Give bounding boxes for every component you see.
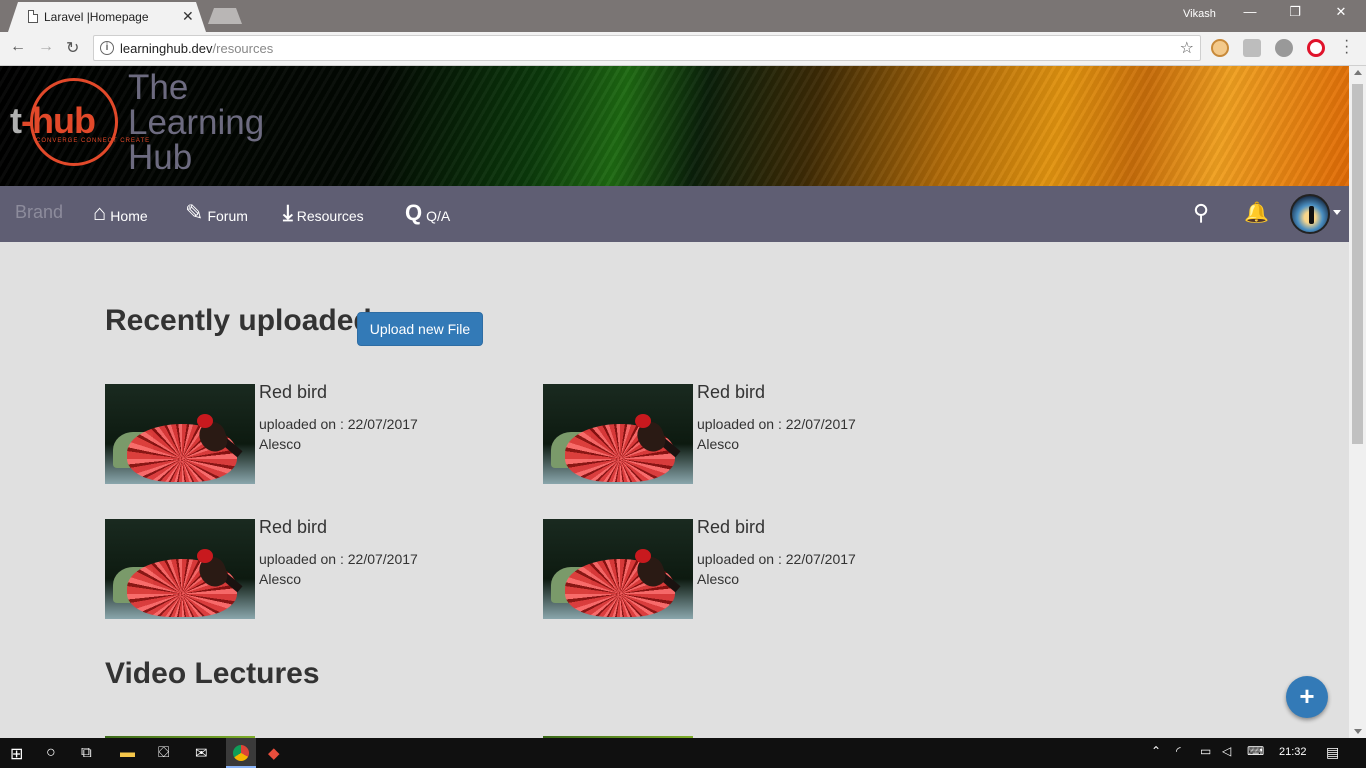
site-title-line2: Learning [128,103,265,142]
resource-title[interactable]: Red bird [259,517,327,538]
keyboard-icon[interactable]: ⌨ [1247,744,1264,758]
edit-icon: ✎ [185,200,204,225]
info-icon[interactable]: i [100,41,114,55]
url-host: learninghub.dev [120,41,213,56]
menu-dots-icon[interactable]: · · · [1344,33,1349,61]
site-title-line3: Hub [128,138,193,177]
clock[interactable]: 21:32 [1279,746,1307,758]
windows-start-icon[interactable]: ⊞ [10,744,23,764]
navbar-brand[interactable]: Brand [15,202,63,223]
reload-icon[interactable]: ↻ [66,38,79,58]
avatar[interactable] [1290,194,1330,234]
taskbar: ⊞ ○ ⧉ ▬ ⛋ ✉ ◆ ⌃ ◜ ▭ ◁ ⌨ 21:32 ▤ [0,738,1366,768]
close-window-button[interactable]: ✕ [1331,4,1351,20]
site-title-line1: The [128,68,189,107]
battery-icon[interactable]: ▭ [1200,744,1211,758]
action-center-icon[interactable]: ▤ [1326,744,1339,761]
resource-thumbnail[interactable] [543,519,693,619]
volume-icon[interactable]: ◁ [1222,744,1231,758]
cookie-extension-icon[interactable] [1211,39,1229,57]
back-icon[interactable]: ← [10,38,26,56]
recently-uploaded-heading: Recently uploaded [105,304,372,337]
page-viewport: t-hub CONVERGE CONNECT CREATE The Learni… [0,66,1366,738]
chevron-down-icon[interactable] [1333,210,1341,215]
nav-forum-label: Forum [207,208,248,224]
video-lectures-heading: Video Lectures [105,657,320,690]
resource-title[interactable]: Red bird [697,517,765,538]
tab-close-icon[interactable]: ✕ [182,8,194,25]
forward-icon[interactable]: → [38,38,54,56]
nav-qa[interactable]: Q Q/A [405,200,451,225]
main-navbar: Brand ⌂ Home ✎ Forum ⤓ Resources Q Q/A ⚲… [0,186,1349,242]
header-banner: t-hub CONVERGE CONNECT CREATE The Learni… [0,66,1349,186]
logo[interactable]: t-hub [10,100,96,142]
chrome-taskbar-button[interactable] [226,738,256,768]
logo-t: t [10,100,22,141]
nav-home-label: Home [110,208,148,224]
resource-card[interactable]: Red bird uploaded on : 22/07/2017 Alesco [543,382,883,484]
resource-author: Alesco [259,436,302,452]
task-view-icon[interactable]: ⧉ [81,744,92,761]
resource-card[interactable]: Red bird uploaded on : 22/07/2017 Alesco [105,382,445,484]
download-icon: ⤓ [283,200,293,225]
address-bar[interactable]: i learninghub.dev/resources ☆ [93,35,1201,61]
nav-resources[interactable]: ⤓ Resources [283,200,364,225]
drive-extension-icon[interactable] [1243,39,1261,57]
restore-button[interactable]: ❐ [1285,4,1305,20]
tab-title: Laravel |Homepage [44,10,149,24]
add-floating-button[interactable]: + [1286,676,1328,718]
resource-author: Alesco [259,571,302,587]
scroll-up-icon[interactable] [1354,70,1362,75]
home-icon: ⌂ [93,200,107,225]
git-icon[interactable]: ◆ [268,744,280,762]
file-explorer-icon[interactable]: ▬ [120,744,135,761]
minimize-button[interactable]: — [1240,4,1260,19]
resource-card[interactable]: Red bird uploaded on : 22/07/2017 Alesco [105,517,445,619]
resource-thumbnail[interactable] [543,384,693,484]
url-path: /resources [212,41,274,56]
nav-qa-label: Q/A [426,208,451,224]
resource-thumbnail[interactable] [105,519,255,619]
resource-date: uploaded on : 22/07/2017 [697,416,856,432]
site-title: The Learning Hub [128,70,264,175]
bell-icon[interactable]: 🔔 [1244,200,1269,225]
nav-forum[interactable]: ✎ Forum [185,200,248,225]
resource-date: uploaded on : 22/07/2017 [259,551,418,567]
page-scrollbar[interactable] [1349,66,1366,738]
browser-titlebar: Laravel |Homepage ✕ Vikash — ❐ ✕ [0,0,1366,32]
chrome-icon [233,745,249,761]
opera-extension-icon[interactable] [1307,39,1325,57]
extension-icon[interactable] [1275,39,1293,57]
url-text[interactable]: learninghub.dev/resources [120,41,273,56]
resource-date: uploaded on : 22/07/2017 [259,416,418,432]
nav-resources-label: Resources [296,208,364,224]
q-icon: Q [405,200,423,225]
page-icon [28,10,38,23]
resource-date: uploaded on : 22/07/2017 [697,551,856,567]
resource-title[interactable]: Red bird [259,382,327,403]
chevron-up-icon[interactable]: ⌃ [1151,744,1161,758]
browser-toolbar: ← → ↻ i learninghub.dev/resources ☆ · · · [0,32,1366,66]
resource-title[interactable]: Red bird [697,382,765,403]
nav-home[interactable]: ⌂ Home [93,200,148,225]
scroll-thumb[interactable] [1352,84,1363,444]
mail-icon[interactable]: ✉ [195,744,208,762]
search-icon[interactable]: ⚲ [1193,200,1209,226]
resource-author: Alesco [697,571,740,587]
logo-hub: -hub [21,100,96,141]
bookmark-star-icon[interactable]: ☆ [1180,38,1194,58]
store-icon[interactable]: ⛋ [158,744,169,761]
resource-card[interactable]: Red bird uploaded on : 22/07/2017 Alesco [543,517,883,619]
scroll-down-icon[interactable] [1354,729,1362,734]
browser-tab[interactable]: Laravel |Homepage ✕ [8,2,206,32]
upload-file-button[interactable]: Upload new File [357,312,483,346]
profile-name[interactable]: Vikash [1183,8,1216,20]
resource-author: Alesco [697,436,740,452]
wifi-icon[interactable]: ◜ [1176,744,1181,758]
new-tab-button[interactable] [208,8,242,24]
resource-thumbnail[interactable] [105,384,255,484]
cortana-icon[interactable]: ○ [46,744,56,762]
